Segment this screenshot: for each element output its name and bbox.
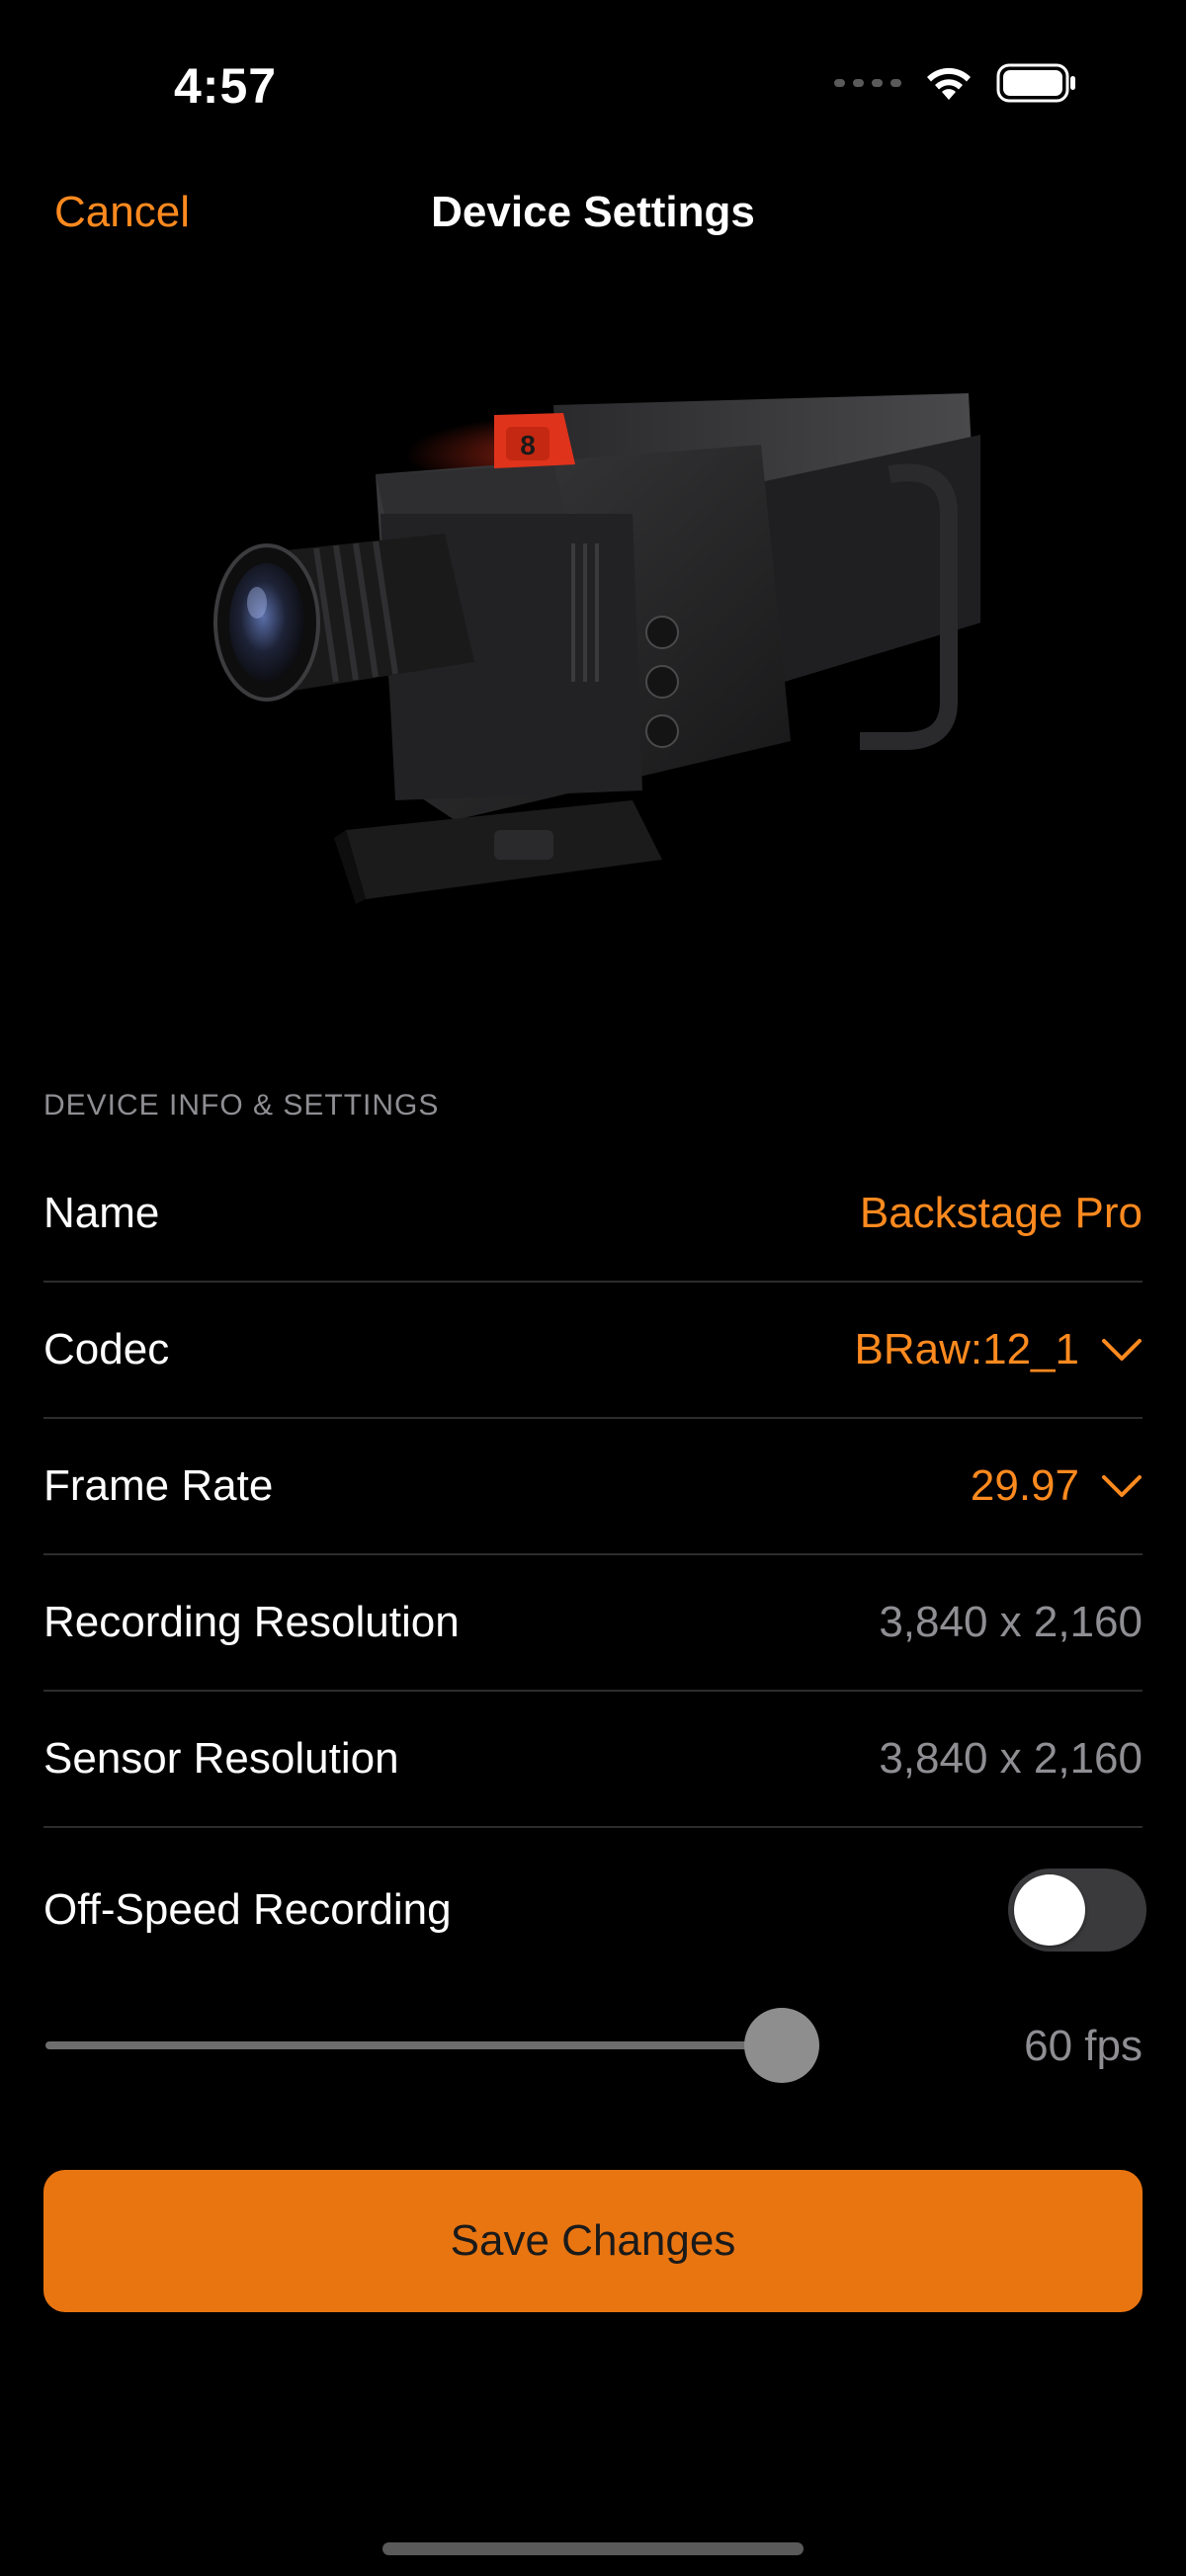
frame-rate-row[interactable]: Frame Rate 29.97 — [43, 1419, 1143, 1555]
status-bar: 4:57 — [0, 0, 1186, 148]
battery-icon — [996, 63, 1075, 103]
section-header: DEVICE INFO & SETTINGS — [43, 1089, 440, 1122]
codec-dropdown[interactable]: BRaw:12_1 — [855, 1325, 1143, 1374]
svg-text:8: 8 — [520, 430, 536, 460]
frame-rate-dropdown[interactable]: 29.97 — [971, 1461, 1143, 1511]
nav-bar: Cancel Device Settings — [0, 168, 1186, 257]
settings-list: Name Backstage Pro Codec BRaw:12_1 Frame… — [43, 1146, 1146, 1992]
toggle-knob — [1014, 1874, 1085, 1946]
row-label: Off-Speed Recording — [43, 1885, 452, 1934]
page-title: Device Settings — [431, 188, 755, 236]
fps-slider-track[interactable] — [45, 2041, 814, 2049]
sensor-resolution-value: 3,840 x 2,160 — [879, 1734, 1143, 1783]
fps-slider-thumb[interactable] — [744, 2008, 820, 2083]
fps-slider-row: 60 fps — [43, 1996, 1143, 2095]
fps-value: 60 fps — [1024, 2022, 1143, 2070]
camera-image: 8 — [198, 366, 988, 929]
status-time: 4:57 — [174, 58, 278, 114]
recording-resolution-value: 3,840 x 2,160 — [879, 1598, 1143, 1646]
cellular-dots-icon — [834, 79, 901, 87]
row-label: Recording Resolution — [43, 1598, 460, 1646]
name-row[interactable]: Name Backstage Pro — [43, 1146, 1143, 1283]
row-label: Codec — [43, 1325, 170, 1373]
wifi-icon — [927, 67, 971, 100]
chevron-down-icon — [1102, 1475, 1142, 1497]
home-indicator — [382, 2542, 804, 2555]
chevron-down-icon — [1102, 1339, 1142, 1361]
row-label: Frame Rate — [43, 1461, 274, 1510]
sensor-resolution-row: Sensor Resolution 3,840 x 2,160 — [43, 1692, 1143, 1828]
status-icons — [834, 63, 1077, 103]
recording-resolution-row: Recording Resolution 3,840 x 2,160 — [43, 1555, 1143, 1692]
row-label: Sensor Resolution — [43, 1734, 399, 1783]
codec-row[interactable]: Codec BRaw:12_1 — [43, 1283, 1143, 1419]
save-button[interactable]: Save Changes — [43, 2170, 1143, 2312]
off-speed-toggle[interactable] — [1008, 1869, 1146, 1952]
off-speed-row: Off-Speed Recording — [43, 1828, 1146, 1992]
row-label: Name — [43, 1189, 160, 1237]
name-value[interactable]: Backstage Pro — [860, 1189, 1143, 1238]
